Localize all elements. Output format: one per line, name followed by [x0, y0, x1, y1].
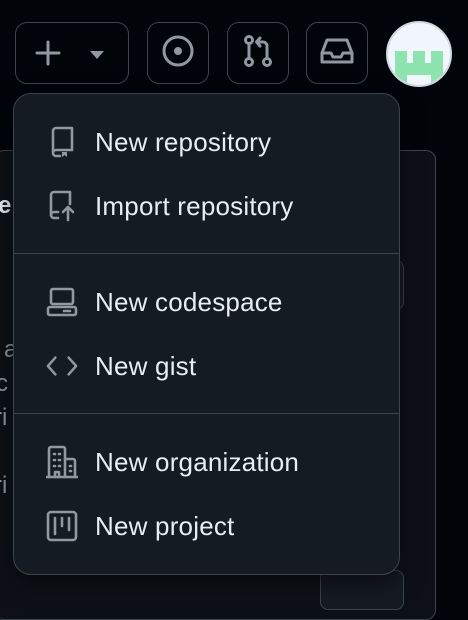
codespaces-icon — [46, 286, 78, 318]
repo-push-icon — [46, 190, 78, 222]
menu-item-new-project[interactable]: New project — [14, 496, 399, 556]
menu-divider — [14, 413, 399, 414]
menu-item-label: New repository — [95, 126, 272, 157]
triangle-down-icon — [88, 48, 106, 66]
menu-item-import-repository[interactable]: Import repository — [14, 176, 399, 236]
inbox-icon — [319, 36, 355, 71]
background-text-fragment: ri — [0, 404, 8, 431]
background-text-fragment: ri — [0, 472, 8, 499]
inbox-button[interactable] — [306, 22, 368, 84]
background-text-fragment: e — [0, 192, 12, 219]
background-button[interactable] — [320, 570, 404, 610]
repo-icon — [46, 126, 78, 158]
pull-requests-button[interactable] — [227, 22, 289, 84]
menu-item-label: New project — [95, 510, 235, 541]
menu-item-label: Import repository — [95, 190, 294, 221]
create-new-button[interactable] — [15, 22, 129, 84]
project-icon — [46, 510, 78, 542]
user-avatar[interactable] — [386, 21, 452, 87]
menu-item-new-codespace[interactable]: New codespace — [14, 272, 399, 332]
organization-icon — [46, 445, 78, 479]
menu-divider — [14, 253, 399, 254]
background-text-fragment: c — [0, 370, 8, 397]
menu-item-label: New organization — [95, 446, 300, 477]
menu-item-label: New codespace — [95, 286, 283, 317]
issue-opened-icon — [161, 34, 195, 73]
menu-item-new-organization[interactable]: New organization — [14, 432, 399, 492]
plus-icon — [34, 39, 62, 72]
create-new-menu: New repository Import repository New cod… — [13, 93, 400, 575]
menu-item-label: New gist — [95, 350, 197, 381]
identicon-avatar — [395, 51, 443, 83]
menu-item-new-repository[interactable]: New repository — [14, 112, 399, 172]
issues-button[interactable] — [147, 22, 209, 84]
git-pull-request-icon — [241, 33, 275, 74]
code-icon — [46, 350, 78, 382]
menu-item-new-gist[interactable]: New gist — [14, 336, 399, 396]
